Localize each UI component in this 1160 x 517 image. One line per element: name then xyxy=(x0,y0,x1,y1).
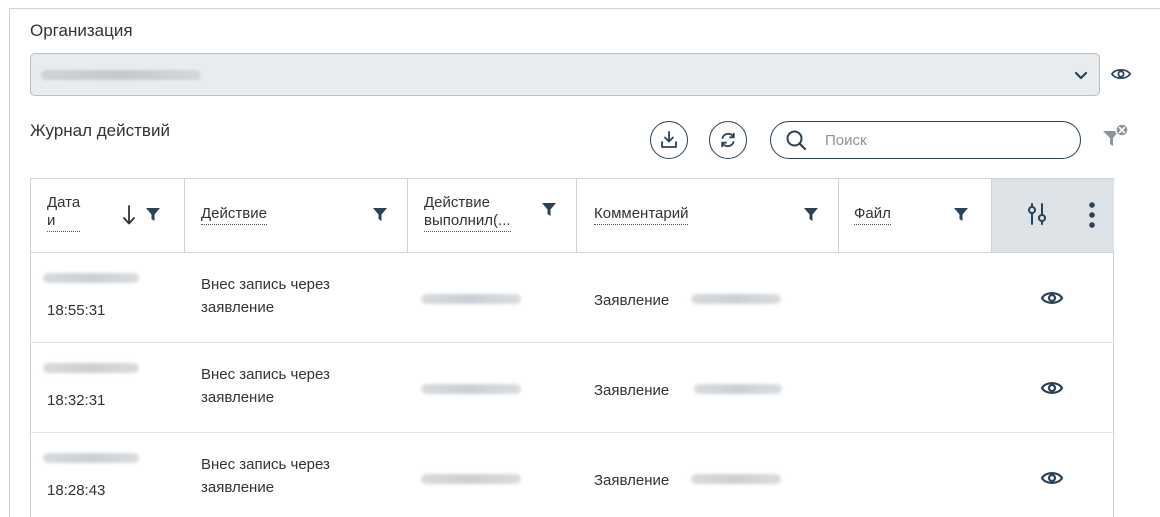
column-performed-by-line1: Действие xyxy=(424,194,490,211)
column-header-performed-by[interactable]: Действие выполнил(... xyxy=(408,179,577,252)
journal-title: Журнал действий xyxy=(30,121,170,140)
search-icon xyxy=(786,130,807,151)
column-action-label: Действие xyxy=(201,205,267,225)
column-performed-by-line2: выполнил(... xyxy=(424,212,511,229)
chevron-down-icon[interactable] xyxy=(1073,67,1089,83)
date-redacted xyxy=(43,273,139,283)
column-header-settings xyxy=(992,179,1114,252)
row-action-line1: Внес запись через xyxy=(201,276,330,293)
performer-redacted xyxy=(421,294,521,304)
row-action-line2: заявление xyxy=(201,299,275,316)
column-header-action[interactable]: Действие xyxy=(185,179,408,252)
more-vertical-icon[interactable] xyxy=(1088,201,1096,229)
column-file-label: Файл xyxy=(854,205,891,225)
filter-icon[interactable] xyxy=(145,206,161,222)
column-settings-icon[interactable] xyxy=(1027,202,1047,226)
table-row[interactable]: 18:28:43 Внес запись через заявление Зая… xyxy=(31,433,1113,517)
column-comment-label: Комментарий xyxy=(594,205,689,225)
search-input[interactable] xyxy=(825,130,1065,150)
table-row[interactable]: 18:55:31 Внес запись через заявление Зая… xyxy=(31,253,1113,343)
filter-icon[interactable] xyxy=(541,201,557,217)
row-action: Внес запись через заявление xyxy=(201,273,330,319)
date-redacted xyxy=(43,453,139,463)
filter-icon[interactable] xyxy=(372,206,388,222)
row-comment: Заявление xyxy=(594,472,670,489)
refresh-icon xyxy=(721,132,735,148)
column-header-comment[interactable]: Комментарий xyxy=(577,179,839,252)
download-icon xyxy=(661,131,677,148)
column-date-line2: и xyxy=(47,212,56,229)
column-date-label: Дата и xyxy=(47,194,81,232)
organization-value-redacted xyxy=(41,70,201,80)
sort-descending-icon[interactable] xyxy=(122,204,136,226)
row-action-line2: заявление xyxy=(201,479,275,496)
eye-icon[interactable] xyxy=(1040,468,1064,488)
row-time: 18:32:31 xyxy=(47,392,106,409)
organization-select[interactable] xyxy=(30,53,1100,96)
eye-icon[interactable] xyxy=(1110,64,1132,84)
organization-label: Организация xyxy=(30,21,133,40)
row-comment: Заявление xyxy=(594,382,670,399)
actions-table: Дата и Действие Действие выполнил(... Ко… xyxy=(30,178,1114,517)
column-performed-by-label: Действие выполнил(... xyxy=(424,194,511,232)
eye-icon[interactable] xyxy=(1040,288,1064,308)
column-header-date[interactable]: Дата и xyxy=(31,179,185,252)
download-button[interactable] xyxy=(650,121,688,159)
date-redacted xyxy=(43,363,139,373)
performer-redacted xyxy=(421,474,521,484)
filter-clear-icon[interactable] xyxy=(1101,123,1131,151)
refresh-button[interactable] xyxy=(709,121,747,159)
row-action-line1: Внес запись через xyxy=(201,366,330,383)
column-date-line1: Дата xyxy=(47,194,81,211)
search-box[interactable] xyxy=(770,121,1081,159)
filter-icon[interactable] xyxy=(953,206,969,222)
row-time: 18:28:43 xyxy=(47,482,106,499)
row-action: Внес запись через заявление xyxy=(201,363,330,409)
performer-redacted xyxy=(421,384,521,394)
filter-icon[interactable] xyxy=(803,206,819,222)
comment-redacted xyxy=(691,294,781,304)
row-time: 18:55:31 xyxy=(47,302,106,319)
row-action-line2: заявление xyxy=(201,389,275,406)
comment-redacted xyxy=(691,474,781,484)
row-comment: Заявление xyxy=(594,292,670,309)
eye-icon[interactable] xyxy=(1040,378,1064,398)
row-action: Внес запись через заявление xyxy=(201,453,330,499)
column-header-file[interactable]: Файл xyxy=(839,179,992,252)
table-row[interactable]: 18:32:31 Внес запись через заявление Зая… xyxy=(31,343,1113,433)
comment-redacted xyxy=(694,384,782,394)
row-action-line1: Внес запись через xyxy=(201,456,330,473)
table-header: Дата и Действие Действие выполнил(... Ко… xyxy=(31,179,1114,253)
